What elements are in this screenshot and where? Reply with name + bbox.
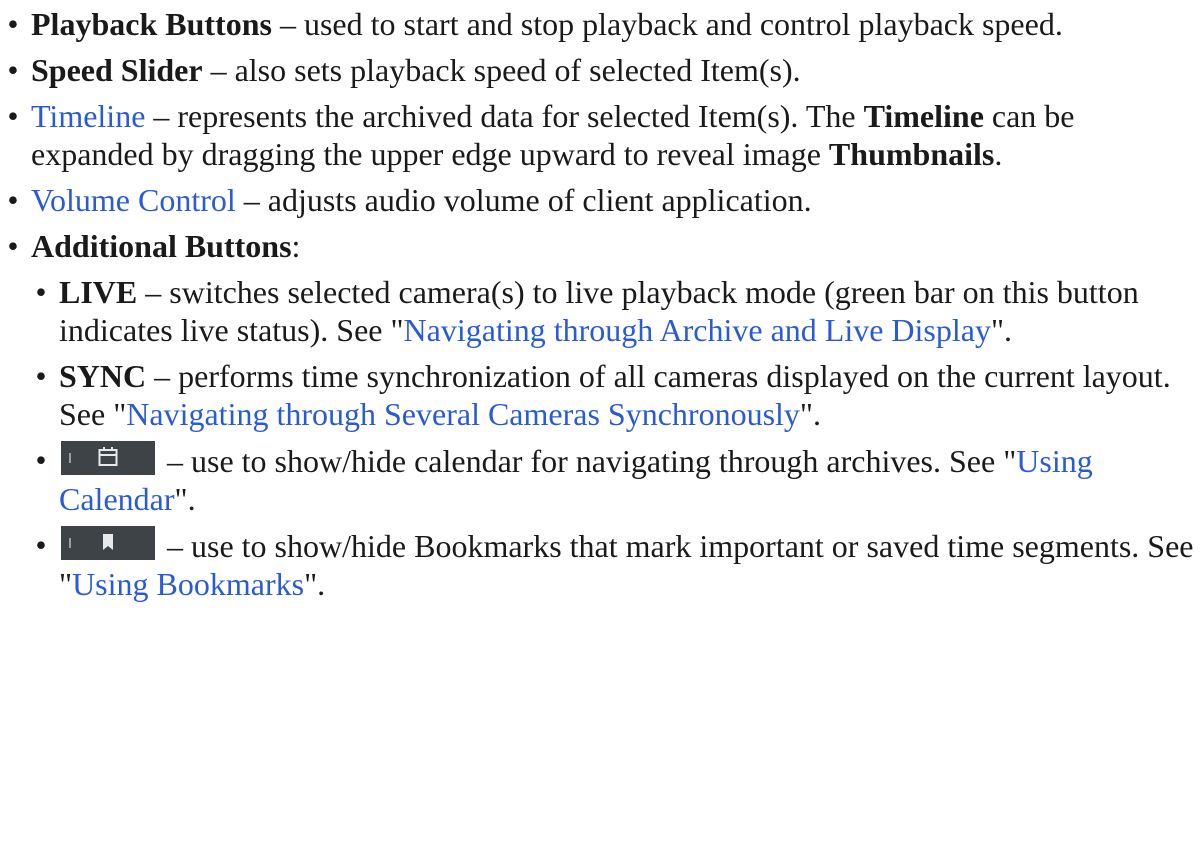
bookmark-button-image — [61, 526, 155, 560]
description: – also sets playback speed of selected I… — [202, 52, 801, 88]
list-item-bookmarks: • – use to show/hide Bookmarks that mark… — [31, 526, 1204, 603]
term-playback-buttons: Playback Buttons — [31, 6, 272, 42]
bookmark-icon — [103, 534, 113, 550]
term-thumbnails: Thumbnails — [828, 136, 995, 172]
bullet: • — [35, 527, 47, 563]
term-sync: SYNC — [59, 358, 147, 394]
using-bookmarks-link[interactable]: Using Bookmarks — [72, 566, 304, 602]
volume-control-link[interactable]: Volume Control — [31, 182, 236, 218]
tick-mark — [69, 453, 71, 463]
description: – use to show/hide calendar for navigati… — [159, 443, 1017, 479]
list-item-playback-buttons: • Playback Buttons – used to start and s… — [3, 5, 1204, 43]
bullet: • — [7, 98, 19, 134]
additional-buttons-list: • LIVE – switches selected camera(s) to … — [31, 273, 1204, 603]
description: – adjusts audio volume of client applica… — [235, 182, 812, 218]
bullet: • — [35, 358, 47, 394]
closing-quote: ". — [304, 566, 326, 602]
tick-mark — [69, 538, 71, 548]
bullet: • — [7, 228, 19, 264]
term-live: LIVE — [59, 274, 138, 310]
document-page: • Playback Buttons – used to start and s… — [0, 0, 1204, 859]
term-speed-slider: Speed Slider — [31, 52, 203, 88]
timeline-link[interactable]: Timeline — [31, 98, 145, 134]
term-timeline: Timeline — [863, 98, 984, 134]
description: – used to start and stop playback and co… — [271, 6, 1063, 42]
bullet: • — [7, 182, 19, 218]
navigating-several-cameras-link[interactable]: Navigating through Several Cameras Synch… — [126, 396, 800, 432]
calendar-button-image — [61, 441, 155, 475]
term-additional-buttons: Additional Buttons — [31, 228, 292, 264]
bullet: • — [7, 6, 19, 42]
bullet: • — [35, 274, 47, 310]
list-item-sync: • SYNC – performs time synchronization o… — [31, 357, 1204, 433]
bullet: • — [35, 442, 47, 478]
closing-quote: ". — [990, 312, 1013, 348]
closing-quote: ". — [174, 481, 196, 517]
calendar-icon — [98, 447, 118, 466]
list-item-timeline: • Timeline – represents the archived dat… — [3, 97, 1204, 173]
list-item-volume-control: • Volume Control – adjusts audio volume … — [3, 181, 1204, 219]
bullet: • — [7, 52, 19, 88]
period: . — [994, 136, 1003, 172]
list-item-live: • LIVE – switches selected camera(s) to … — [31, 273, 1204, 349]
description: – represents the archived data for selec… — [145, 98, 864, 134]
colon: : — [291, 228, 301, 264]
navigating-archive-live-link[interactable]: Navigating through Archive and Live Disp… — [404, 312, 991, 348]
feature-list: • Playback Buttons – used to start and s… — [0, 5, 1204, 603]
list-item-additional-buttons: • Additional Buttons: • LIVE – switches … — [3, 227, 1204, 603]
list-item-calendar: • – use to show/hide calendar for naviga… — [31, 441, 1204, 518]
closing-quote: ". — [799, 396, 821, 432]
list-item-speed-slider: • Speed Slider – also sets playback spee… — [3, 51, 1204, 89]
